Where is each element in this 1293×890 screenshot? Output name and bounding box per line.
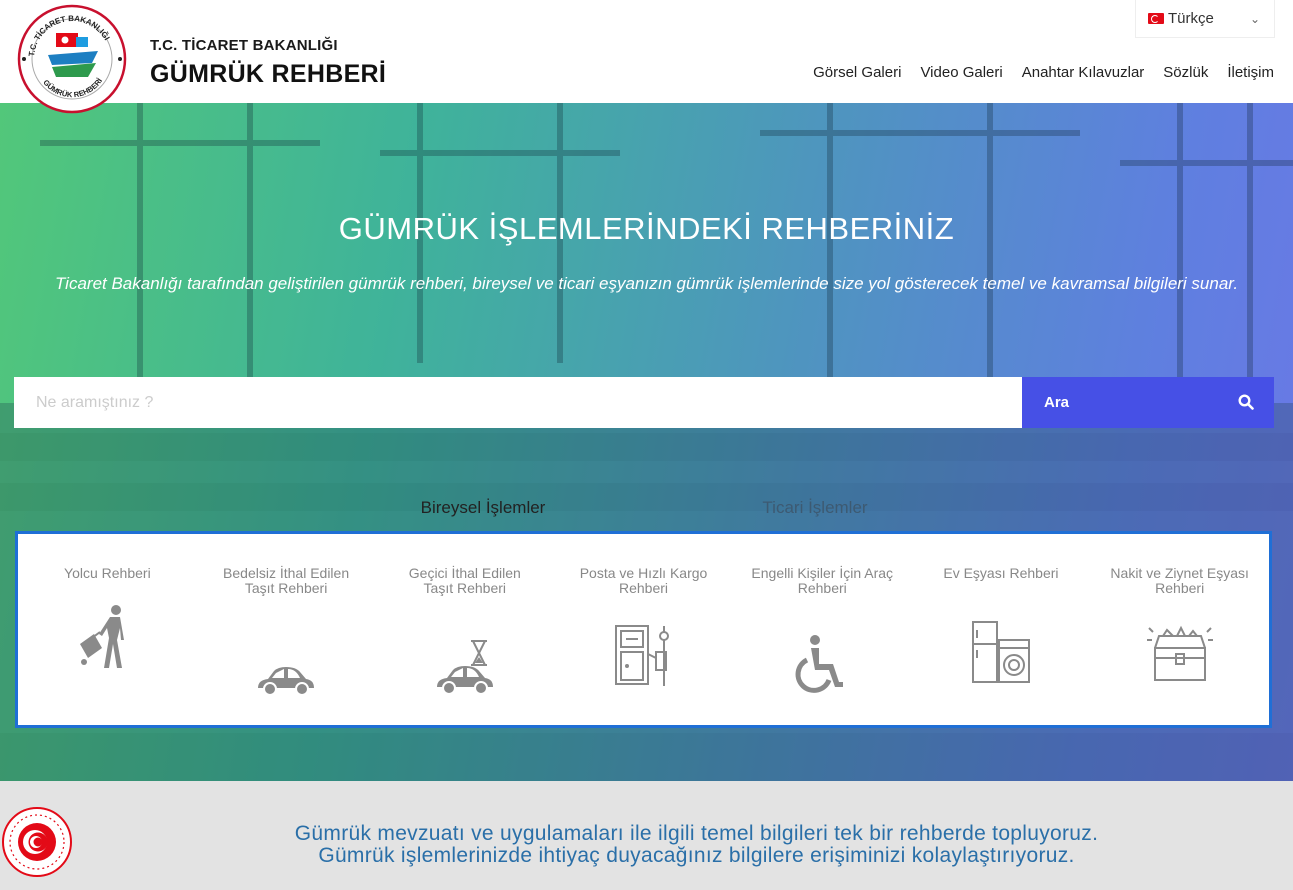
card-nakit-ziynet[interactable]: Nakit ve Ziynet Eşyası Rehberi [1090,534,1269,725]
card-label: Posta ve Hızlı Kargo Rehberi [579,565,708,596]
card-label: Ev Eşyası Rehberi [943,565,1059,581]
card-gecici-ithal-tasit[interactable]: Geçici İthal Edilen Taşıt Rehberi [375,534,554,725]
car-hourglass-icon [436,640,493,695]
tab-label: Bireysel İşlemler [420,498,546,517]
car-icon [258,667,315,696]
hero-section: GÜMRÜK İŞLEMLERİNDEKİ REHBERİNİZ Ticaret… [0,103,1293,781]
guides-panel: Yolcu Rehberi Bedelsiz İthal Edilen Taşı… [15,531,1272,728]
nav-iletisim[interactable]: İletişim [1227,64,1274,81]
info-band-text: Gümrük mevzuatı ve uygulamaları ile ilgi… [110,823,1283,867]
tab-label: Ticari İşlemler [762,498,868,517]
wheelchair-icon [795,635,844,693]
nav-gorsel-galeri[interactable]: Görsel Galeri [813,64,901,81]
ministry-seal-logo [2,807,72,877]
turkish-flag-icon [1148,13,1164,24]
search-input[interactable] [14,377,1022,428]
card-label: Geçici İthal Edilen Taşıt Rehberi [408,565,521,596]
tab-ticari-islemler[interactable]: Ticari İşlemler [660,485,970,531]
card-bedelsiz-ithal-tasit[interactable]: Bedelsiz İthal Edilen Taşıt Rehberi [197,534,376,725]
chevron-down-icon: ⌄ [1249,11,1260,26]
search-button-label: Ara [1044,394,1070,411]
search-bar: Ara [14,377,1274,428]
site-title[interactable]: GÜMRÜK REHBERİ [150,60,386,89]
card-ev-esyasi[interactable]: Ev Eşyası Rehberi [912,534,1091,725]
info-band: Gümrük mevzuatı ve uygulamaları ile ilgi… [0,781,1293,890]
appliances-icon [971,621,1030,683]
card-label: Yolcu Rehberi [64,565,151,581]
nav-sozluk[interactable]: Sözlük [1163,64,1208,81]
search-button[interactable]: Ara [1022,377,1274,428]
card-label: Engelli Kişiler İçin Araç Rehberi [751,565,894,596]
info-band-line-1: Gümrük mevzuatı ve uygulamaları ile ilgi… [294,822,1099,845]
language-label: Türkçe [1168,10,1214,27]
card-label: Bedelsiz İthal Edilen Taşıt Rehberi [223,565,350,596]
main-nav: Görsel Galeri Video Galeri Anahtar Kılav… [813,64,1274,81]
site-header: T.C. TİCARET BAKANLIĞI GÜMRÜK REHBERİ T.… [0,0,1293,114]
traveler-icon [80,605,125,668]
language-selector[interactable]: Türkçe ⌄ [1135,0,1275,38]
hero-description: Ticaret Bakanlığı tarafından geliştirile… [54,274,1239,293]
card-yolcu-rehberi[interactable]: Yolcu Rehberi [18,534,197,725]
info-band-line-2: Gümrük işlemlerinizde ihtiyaç duyacağını… [318,844,1075,867]
mailbox-icon [614,625,669,686]
ministry-name: T.C. TİCARET BAKANLIĞI [150,37,338,54]
treasure-chest-icon [1146,625,1213,681]
ministry-logo[interactable]: T.C. TİCARET BAKANLIĞI GÜMRÜK REHBERİ [16,3,128,115]
tab-bireysel-islemler[interactable]: Bireysel İşlemler [318,485,648,531]
search-icon [1238,394,1254,410]
card-posta-kargo[interactable]: Posta ve Hızlı Kargo Rehberi [554,534,733,725]
hero-title: GÜMRÜK İŞLEMLERİNDEKİ REHBERİNİZ [338,211,955,246]
nav-video-galeri[interactable]: Video Galeri [920,64,1002,81]
card-label: Nakit ve Ziynet Eşyası Rehberi [1110,565,1249,596]
card-engelli-arac[interactable]: Engelli Kişiler İçin Araç Rehberi [733,534,912,725]
nav-anahtar-kilavuzlar[interactable]: Anahtar Kılavuzlar [1022,64,1145,81]
